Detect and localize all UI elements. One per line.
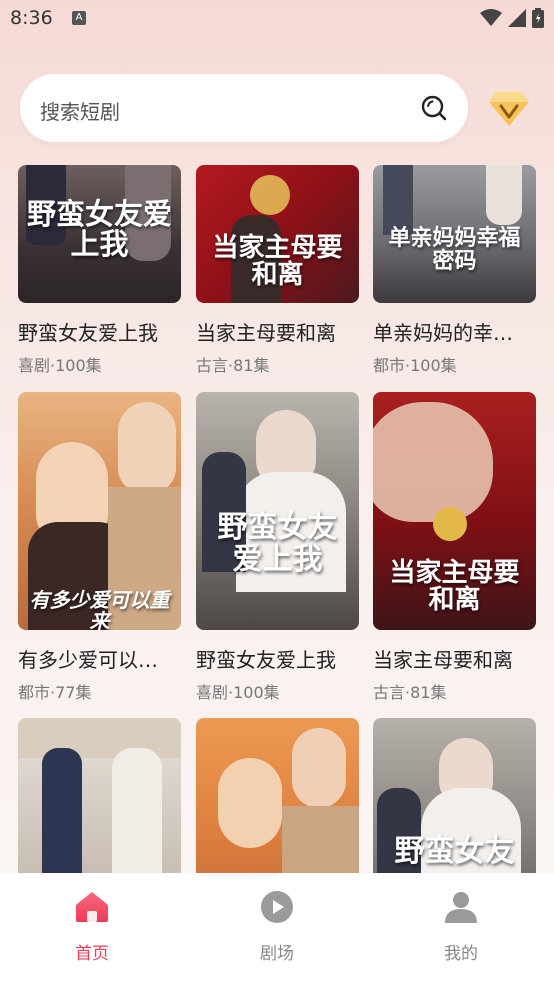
drama-poster[interactable] [18,718,181,875]
poster-figure [282,806,359,875]
vip-diamond-icon[interactable] [488,88,530,128]
drama-card[interactable]: 当家主母要和离 当家主母要和离 古言·81集 [373,392,536,707]
drama-poster[interactable]: 当家主母要和离 [373,392,536,630]
drama-meta: 喜剧·100集 [196,683,280,702]
poster-title: 野蛮女友 [394,834,515,869]
profile-icon [445,892,477,923]
drama-title: 单亲妈妈的幸… [373,321,513,345]
bottom-nav: 首页 剧场 我的 [0,873,554,985]
drama-poster[interactable]: 当家主母要和离 [196,165,359,303]
wifi-icon [480,9,502,26]
nav-theater[interactable]: 剧场 [217,889,337,964]
play-icon [261,891,293,923]
poster-figure [42,748,82,875]
drama-card[interactable] [18,718,181,875]
drama-card[interactable]: 野蛮女友 [373,718,536,875]
poster-shelf [18,718,181,758]
search-icon[interactable] [420,94,448,122]
poster-title: 野蛮女友爱上我 [217,510,338,577]
drama-poster[interactable]: 有多少爱可以重来 [18,392,181,630]
drama-poster[interactable]: 野蛮女友爱上我 [18,165,181,303]
drama-title: 野蛮女友爱上我 [196,648,336,672]
poster-ornament [433,507,467,541]
drama-title: 有多少爱可以… [18,648,158,672]
nav-theater-label: 剧场 [260,944,294,964]
drama-poster[interactable] [196,718,359,875]
search-input[interactable]: 搜索短剧 [40,96,120,125]
search-bar[interactable]: 搜索短剧 [20,74,468,142]
drama-meta: 古言·81集 [373,683,447,702]
nav-profile[interactable]: 我的 [401,889,521,964]
drama-card[interactable] [196,718,359,875]
poster-title: 单亲妈妈幸福密码 [388,225,521,275]
notification-icon: A [72,11,86,25]
nav-home[interactable]: 首页 [32,889,152,964]
poster-title: 有多少爱可以重来 [29,588,170,631]
drama-meta: 喜剧·100集 [18,356,102,375]
status-icons [480,8,544,28]
drama-poster[interactable]: 野蛮女友 [373,718,536,875]
home-icon [76,892,108,922]
status-time: 8:36 [10,7,53,29]
poster-face [373,402,493,522]
drama-poster[interactable]: 单亲妈妈幸福密码 [373,165,536,303]
drama-title: 当家主母要和离 [196,321,336,345]
poster-title: 当家主母要和离 [389,558,520,616]
drama-card[interactable]: 当家主母要和离 当家主母要和离 古言·81集 [196,165,359,380]
drama-poster[interactable]: 野蛮女友爱上我 [196,392,359,630]
drama-meta: 古言·81集 [196,356,270,375]
nav-profile-label: 我的 [444,944,478,964]
drama-card[interactable]: 野蛮女友爱上我 野蛮女友爱上我 喜剧·100集 [18,165,181,380]
drama-card[interactable]: 单亲妈妈幸福密码 单亲妈妈的幸… 都市·100集 [373,165,536,380]
poster-figure [112,748,162,875]
drama-title: 当家主母要和离 [373,648,513,672]
drama-card[interactable]: 野蛮女友爱上我 野蛮女友爱上我 喜剧·100集 [196,392,359,707]
battery-icon [532,8,544,28]
poster-face [218,758,282,848]
poster-face [292,728,346,808]
nav-home-label: 首页 [75,944,109,964]
drama-title: 野蛮女友爱上我 [18,321,158,345]
drama-card[interactable]: 有多少爱可以重来 有多少爱可以… 都市·77集 [18,392,181,707]
drama-meta: 都市·100集 [373,356,457,375]
drama-meta: 都市·77集 [18,683,92,702]
poster-ornament [250,175,290,215]
status-bar: 8:36 A [0,0,554,40]
drama-grid: 野蛮女友爱上我 野蛮女友爱上我 喜剧·100集 当家主母要和离 当家主母要和离 … [0,165,554,875]
poster-face [118,402,176,492]
poster-figure [486,165,522,225]
poster-title: 野蛮女友爱上我 [26,197,172,262]
poster-title: 当家主母要和离 [212,233,343,291]
signal-icon [508,9,526,27]
